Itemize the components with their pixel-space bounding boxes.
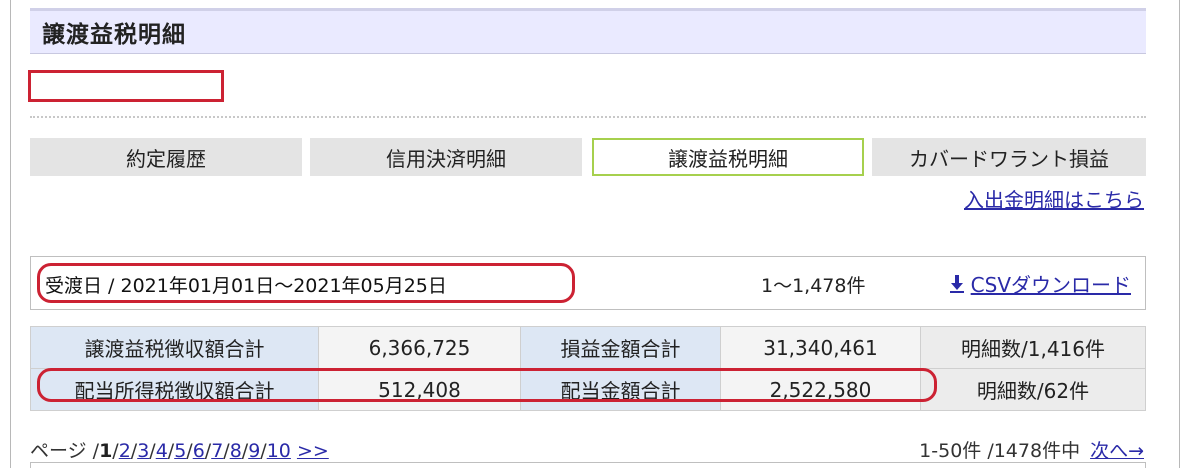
tab-margin-settlement[interactable]: 信用決済明細 (310, 138, 582, 176)
capital-gains-tax-label: 譲渡益税徴収額合計 (30, 326, 319, 369)
dotted-divider (30, 116, 1146, 118)
page-link[interactable]: 6 (193, 440, 205, 462)
download-icon (949, 274, 965, 294)
page-title-bar: 譲渡益税明細 (30, 8, 1146, 54)
pagination-summary: 1-50件 /1478件中 次へ→ (919, 436, 1144, 463)
tab-trade-history[interactable]: 約定履歴 (30, 138, 302, 176)
redaction-box (28, 70, 224, 102)
dividend-tax-value: 512,408 (318, 368, 521, 411)
pagination: ページ /1/2/3/4/5/6/7/8/9/10 >> (30, 440, 329, 462)
next-table-top-edge (30, 462, 1146, 468)
period-highlight-oval (37, 263, 575, 303)
dividend-amount-value: 2,522,580 (720, 368, 921, 411)
pager-current: 1 (99, 440, 113, 462)
page-link[interactable]: 2 (119, 440, 131, 462)
dividend-detail-count: 明細数/62件 (920, 368, 1146, 411)
dividend-tax-label: 配当所得税徴収額合計 (30, 368, 319, 411)
table-row: 譲渡益税徴収額合計 6,366,725 損益金額合計 31,340,461 明細… (30, 326, 1146, 369)
tab-bar: 約定履歴 信用決済明細 譲渡益税明細 カバードワラント損益 (30, 138, 1146, 176)
dividend-amount-label: 配当金額合計 (520, 368, 721, 411)
capital-gains-tax-value: 6,366,725 (318, 326, 521, 369)
csv-download-link[interactable]: CSVダウンロード (949, 269, 1131, 298)
pager-prefix: ページ / (30, 440, 100, 462)
page-link[interactable]: 8 (230, 440, 242, 462)
profit-loss-value: 31,340,461 (720, 326, 921, 369)
range-text: 1-50件 /1478件中 (919, 440, 1081, 462)
tab-covered-warrant[interactable]: カバードワラント損益 (872, 138, 1146, 176)
tab-capital-gains-tax[interactable]: 譲渡益税明細 (592, 138, 864, 176)
page-link[interactable]: 4 (156, 440, 168, 462)
page-link[interactable]: 3 (137, 440, 149, 462)
period-row: 受渡日 / 2021年01月01日～2021年05月25日 1～1,478件 C… (30, 256, 1146, 310)
detail-count: 明細数/1,416件 (920, 326, 1146, 369)
next-page-link[interactable]: 次へ→ (1090, 440, 1144, 462)
page-link[interactable]: 7 (211, 440, 223, 462)
page-link[interactable]: 10 (267, 440, 291, 462)
page-link[interactable]: 5 (174, 440, 186, 462)
record-count: 1～1,478件 (761, 275, 866, 297)
table-row: 配当所得税徴収額合計 512,408 配当金額合計 2,522,580 明細数/… (30, 368, 1146, 411)
pager-next-symbol[interactable]: >> (297, 440, 329, 462)
page-link[interactable]: 9 (248, 440, 260, 462)
page-title: 譲渡益税明細 (42, 22, 186, 48)
summary-table: 譲渡益税徴収額合計 6,366,725 損益金額合計 31,340,461 明細… (30, 326, 1146, 411)
csv-download-label: CSVダウンロード (970, 273, 1131, 297)
deposit-withdrawal-link[interactable]: 入出金明細はこちら (964, 184, 1144, 213)
profit-loss-label: 損益金額合計 (520, 326, 721, 369)
